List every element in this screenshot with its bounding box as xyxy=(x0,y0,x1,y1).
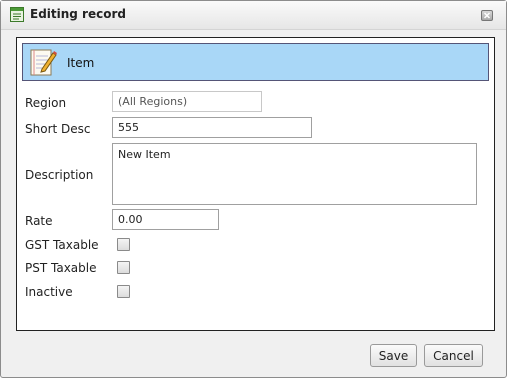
panel-header: Item xyxy=(22,43,489,81)
panel-title: Item xyxy=(67,56,95,70)
cancel-button[interactable]: Cancel xyxy=(424,344,483,367)
gst-taxable-checkbox[interactable] xyxy=(117,238,130,251)
close-icon xyxy=(484,12,490,19)
pst-taxable-checkbox[interactable] xyxy=(117,261,130,274)
short-desc-field[interactable] xyxy=(112,117,312,138)
editing-record-dialog: Editing record Item Region (All Regions)… xyxy=(0,0,507,378)
dialog-titlebar[interactable]: Editing record xyxy=(1,1,506,30)
gst-taxable-label: GST Taxable xyxy=(25,238,99,252)
close-button[interactable] xyxy=(481,10,493,21)
region-field[interactable] xyxy=(112,91,262,112)
inactive-checkbox[interactable] xyxy=(117,285,130,298)
save-button[interactable]: Save xyxy=(370,344,417,367)
rate-label: Rate xyxy=(25,214,53,228)
inactive-label: Inactive xyxy=(25,285,73,299)
pst-taxable-label: PST Taxable xyxy=(25,261,97,275)
description-label: Description xyxy=(25,168,94,182)
notepad-pencil-icon xyxy=(28,47,58,77)
region-label: Region xyxy=(25,96,67,110)
dialog-title: Editing record xyxy=(30,7,126,21)
rate-field[interactable] xyxy=(112,209,219,230)
short-desc-label: Short Desc xyxy=(25,122,91,136)
item-form-panel: Item Region Short Desc Description New I… xyxy=(16,37,495,331)
form-window-icon xyxy=(10,7,24,22)
description-field[interactable]: New Item xyxy=(112,143,477,205)
